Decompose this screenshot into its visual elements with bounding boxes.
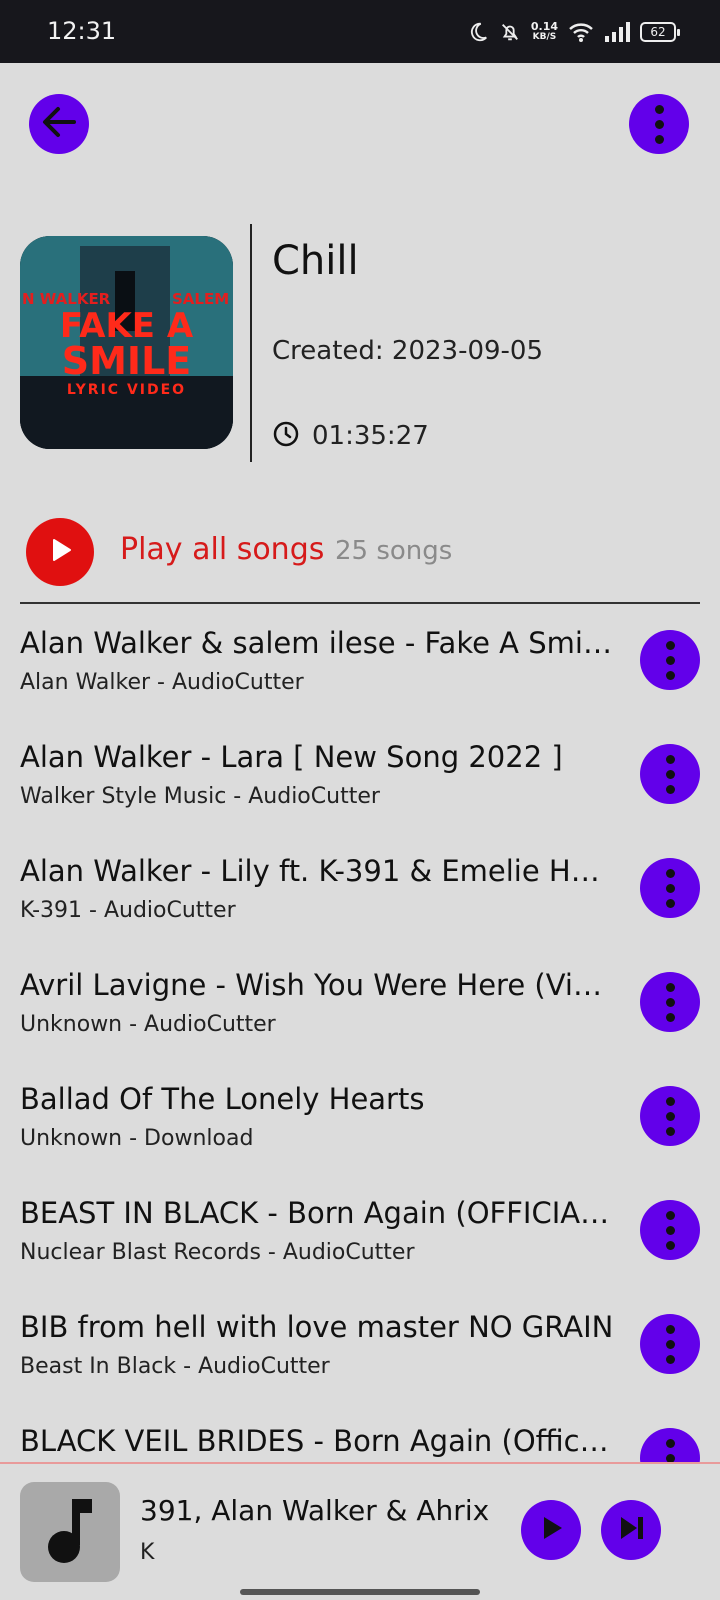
song-subtitle: Beast In Black - AudioCutter bbox=[20, 1354, 330, 1379]
song-subtitle: Unknown - Download bbox=[20, 1126, 254, 1151]
cover-text-line2: SMILE bbox=[61, 339, 192, 383]
song-menu-button[interactable] bbox=[640, 630, 700, 690]
song-row[interactable]: Alan Walker & salem ilese - Fake A Smile… bbox=[0, 604, 720, 718]
network-speed: 0.14 KB/S bbox=[531, 21, 558, 43]
song-menu-button[interactable] bbox=[640, 744, 700, 804]
mini-player-art bbox=[20, 1482, 120, 1582]
song-row[interactable]: BIB from hell with love master NO GRAIN … bbox=[0, 1288, 720, 1402]
back-button[interactable] bbox=[29, 94, 89, 154]
wifi-icon bbox=[568, 21, 594, 43]
song-row[interactable]: Ballad Of The Lonely Hearts Unknown - Do… bbox=[0, 1060, 720, 1174]
song-title: Avril Lavigne - Wish You Were Here (Vide… bbox=[20, 968, 615, 1002]
network-speed-unit: KB/S bbox=[532, 32, 557, 42]
created-date: Created: 2023-09-05 bbox=[272, 336, 544, 366]
song-menu-button[interactable] bbox=[640, 1086, 700, 1146]
more-vertical-icon bbox=[665, 1438, 675, 1462]
song-subtitle: Nuclear Blast Records - AudioCutter bbox=[20, 1240, 415, 1265]
play-icon bbox=[535, 1512, 567, 1548]
network-speed-value: 0.14 bbox=[530, 20, 558, 33]
song-row[interactable]: Avril Lavigne - Wish You Were Here (Vide… bbox=[0, 946, 720, 1060]
more-vertical-icon bbox=[665, 868, 675, 908]
clock-icon bbox=[272, 420, 300, 452]
song-title: Alan Walker - Lara [ New Song 2022 ] bbox=[20, 740, 563, 774]
playlist-menu-button[interactable] bbox=[629, 94, 689, 154]
song-menu-button[interactable] bbox=[640, 858, 700, 918]
mini-play-button[interactable] bbox=[521, 1500, 581, 1560]
now-playing-artist: K bbox=[140, 1540, 155, 1565]
song-title: BLACK VEIL BRIDES - Born Again (Official… bbox=[20, 1424, 615, 1458]
song-title: BEAST IN BLACK - Born Again (OFFICIAL VI… bbox=[20, 1196, 615, 1230]
home-indicator[interactable] bbox=[240, 1589, 480, 1595]
song-menu-button[interactable] bbox=[640, 1314, 700, 1374]
song-title: Alan Walker & salem ilese - Fake A Smile… bbox=[20, 626, 615, 660]
playlist-title: Chill bbox=[272, 238, 359, 284]
playlist-cover: N WALKER SALEM I FAKE A SMILE LYRIC VIDE… bbox=[20, 236, 233, 449]
duration-row: 01:35:27 bbox=[272, 420, 429, 452]
more-vertical-icon bbox=[665, 754, 675, 794]
bell-off-icon bbox=[499, 21, 521, 43]
song-menu-button[interactable] bbox=[640, 1428, 700, 1462]
play-all-label[interactable]: Play all songs bbox=[120, 532, 324, 567]
song-list: Alan Walker & salem ilese - Fake A Smile… bbox=[0, 604, 720, 1462]
song-title: Ballad Of The Lonely Hearts bbox=[20, 1082, 425, 1116]
song-row[interactable]: BLACK VEIL BRIDES - Born Again (Official… bbox=[0, 1402, 720, 1462]
signal-icon bbox=[604, 21, 630, 43]
now-playing-title: 391, Alan Walker & Ahrix bbox=[140, 1494, 490, 1527]
more-vertical-icon bbox=[665, 982, 675, 1022]
header-divider bbox=[250, 224, 252, 462]
skip-next-button[interactable] bbox=[601, 1500, 661, 1560]
song-menu-button[interactable] bbox=[640, 1200, 700, 1260]
cover-text-line3: LYRIC VIDEO bbox=[66, 382, 187, 398]
more-vertical-icon bbox=[665, 1096, 675, 1136]
song-menu-button[interactable] bbox=[640, 972, 700, 1032]
more-vertical-icon bbox=[665, 640, 675, 680]
song-count: 25 songs bbox=[335, 536, 453, 566]
play-icon bbox=[45, 535, 75, 569]
more-vertical-icon bbox=[654, 104, 664, 144]
more-vertical-icon bbox=[665, 1210, 675, 1250]
status-bar: 12:31 0.14 KB/S 62 bbox=[0, 0, 720, 63]
status-time: 12:31 bbox=[47, 17, 117, 45]
music-note-icon bbox=[40, 1495, 100, 1569]
arrow-left-icon bbox=[38, 101, 80, 147]
moon-icon bbox=[467, 21, 489, 43]
song-subtitle: Unknown - AudioCutter bbox=[20, 1012, 276, 1037]
mini-player[interactable]: 391, Alan Walker & Ahrix K bbox=[0, 1462, 720, 1600]
song-row[interactable]: Alan Walker - Lily ft. K-391 & Emelie Ho… bbox=[0, 832, 720, 946]
song-title: Alan Walker - Lily ft. K-391 & Emelie Ho… bbox=[20, 854, 615, 888]
battery-indicator: 62 bbox=[640, 22, 680, 42]
song-row[interactable]: BEAST IN BLACK - Born Again (OFFICIAL VI… bbox=[0, 1174, 720, 1288]
play-all-button[interactable] bbox=[26, 518, 94, 586]
song-subtitle: K-391 - AudioCutter bbox=[20, 898, 236, 923]
status-icons: 0.14 KB/S 62 bbox=[467, 16, 680, 48]
more-vertical-icon bbox=[665, 1324, 675, 1364]
song-subtitle: Alan Walker - AudioCutter bbox=[20, 670, 304, 695]
song-title: BIB from hell with love master NO GRAIN bbox=[20, 1310, 614, 1344]
skip-next-icon bbox=[615, 1512, 647, 1548]
song-subtitle: Walker Style Music - AudioCutter bbox=[20, 784, 380, 809]
playlist-duration: 01:35:27 bbox=[312, 421, 429, 451]
song-row[interactable]: Alan Walker - Lara [ New Song 2022 ] Wal… bbox=[0, 718, 720, 832]
